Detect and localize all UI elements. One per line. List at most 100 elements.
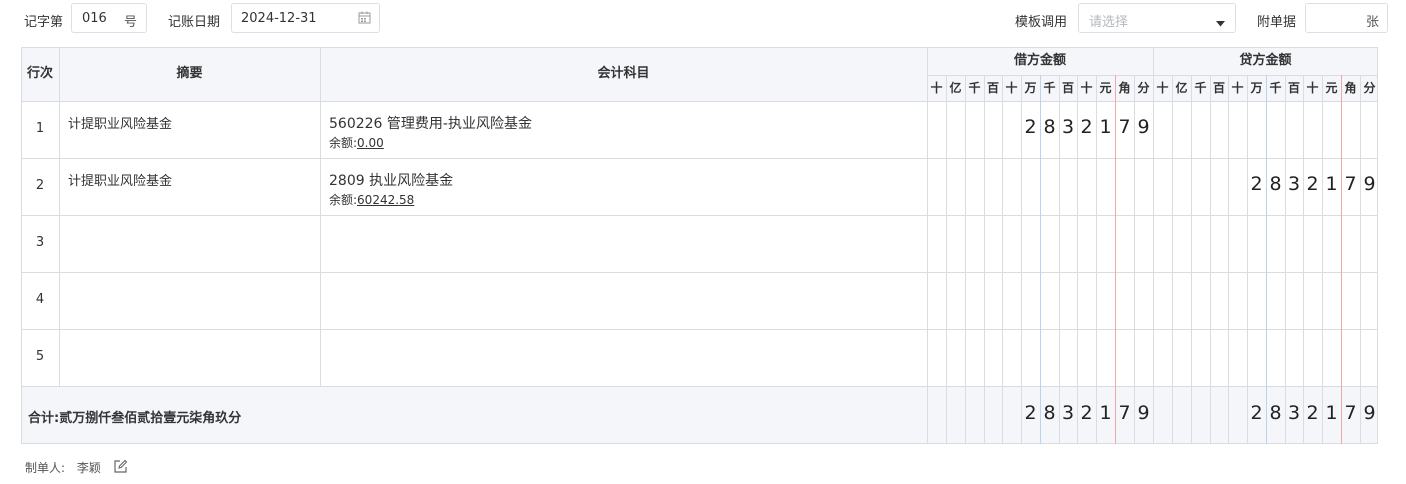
date-value: 2024-12-31 <box>241 11 317 26</box>
digit-col-divider <box>1341 75 1342 444</box>
credit-amount-digit: 8 <box>1269 173 1282 195</box>
debit-amount-digit: 1 <box>1099 116 1112 138</box>
total-debit-digit: 2 <box>1024 402 1037 424</box>
border-right <box>1377 47 1378 444</box>
digit-col-divider <box>1210 75 1211 444</box>
template-placeholder: 请选择 <box>1089 15 1129 30</box>
header-row-no: 行次 <box>26 66 53 81</box>
voucher-table: 行次 摘要 会计科目 借方金额 贷方金额 十亿千百十万千百十元角分十亿千百十万千… <box>21 47 1378 444</box>
debit-digit-header: 千 <box>968 81 981 95</box>
row-divider <box>21 158 1378 159</box>
voucher-word-label: 记字第 <box>24 15 64 30</box>
total-debit-digit: 7 <box>1118 402 1131 424</box>
total-credit-digit: 1 <box>1325 402 1338 424</box>
row-number: 2 <box>35 178 45 193</box>
credit-digit-header: 十 <box>1231 81 1244 95</box>
row-divider <box>21 272 1378 273</box>
total-debit-digit: 3 <box>1061 402 1075 424</box>
border-left <box>21 47 22 444</box>
col-divider <box>927 47 928 444</box>
row-number: 5 <box>35 349 45 364</box>
debit-amount-digit: 8 <box>1043 116 1056 138</box>
balance-value[interactable]: 60242.58 <box>357 193 414 207</box>
total-debit-digit: 1 <box>1099 402 1112 424</box>
row-account[interactable]: 2809 执业风险基金 <box>329 170 453 190</box>
debit-digit-header: 角 <box>1118 81 1131 95</box>
debit-digit-header: 百 <box>986 81 999 95</box>
total-credit-digit: 3 <box>1287 402 1301 424</box>
balance-value[interactable]: 0.00 <box>357 136 384 150</box>
debit-digit-header: 十 <box>1080 81 1093 95</box>
digit-col-divider <box>1247 75 1248 444</box>
credit-digit-header: 百 <box>1212 81 1225 95</box>
debit-digit-header: 十 <box>930 81 943 95</box>
debit-digit-header: 亿 <box>949 81 962 95</box>
voucher-number-input[interactable]: 016 号 <box>71 3 147 33</box>
attachments-suffix: 张 <box>1365 15 1379 30</box>
credit-amount-digit: 3 <box>1287 173 1301 195</box>
row-divider <box>21 386 1378 387</box>
edit-icon[interactable] <box>113 459 128 477</box>
digit-col-divider <box>1360 75 1361 444</box>
row-divider <box>21 101 1378 102</box>
debit-amount-digit: 7 <box>1118 116 1131 138</box>
debit-digit-header: 千 <box>1043 81 1056 95</box>
row-number: 4 <box>35 292 45 307</box>
total-credit-digit: 8 <box>1269 402 1282 424</box>
balance-label: 余额: <box>329 136 358 150</box>
col-divider <box>320 47 321 386</box>
row-balance: 余额:0.00 <box>329 134 384 151</box>
total-credit-digit: 7 <box>1344 402 1357 424</box>
header-account: 会计科目 <box>597 66 650 81</box>
col-divider <box>1153 47 1154 444</box>
digit-col-divider <box>1191 75 1192 444</box>
debit-digit-header: 分 <box>1137 81 1150 95</box>
row-summary[interactable]: 计提职业风险基金 <box>68 170 172 189</box>
maker-info: 制单人: 李颖 <box>25 457 128 476</box>
debit-digit-header: 元 <box>1099 81 1112 95</box>
debit-amount-digit: 9 <box>1137 116 1150 138</box>
credit-amount-digit: 2 <box>1306 173 1319 195</box>
attachments-input[interactable]: 张 <box>1305 3 1388 33</box>
credit-digit-header: 元 <box>1325 81 1338 95</box>
total-debit-digit: 9 <box>1137 402 1150 424</box>
debit-digit-header: 万 <box>1024 81 1037 95</box>
debit-amount-digit: 2 <box>1024 116 1037 138</box>
total-amount-words: 合计:贰万捌仟叁佰贰拾壹元柒角玖分 <box>28 411 242 426</box>
debit-amount-digit: 3 <box>1061 116 1075 138</box>
row-account[interactable]: 560226 管理费用-执业风险基金 <box>329 113 532 133</box>
debit-amount-digit: 2 <box>1080 116 1093 138</box>
row-summary[interactable]: 计提职业风险基金 <box>68 113 172 132</box>
digit-col-divider <box>984 75 985 444</box>
credit-digit-header: 千 <box>1194 81 1207 95</box>
border-top <box>21 47 1378 48</box>
digit-col-divider <box>965 75 966 444</box>
row-balance: 余额:60242.58 <box>329 191 414 208</box>
digit-col-divider <box>1002 75 1003 444</box>
date-input[interactable]: 2024-12-31 <box>231 3 380 33</box>
voucher-toolbar: 记字第 016 号 记账日期 2024-12-31 模板调用 请选择 附单据 张 <box>0 0 1406 40</box>
header-summary: 摘要 <box>176 66 203 81</box>
credit-digit-header: 十 <box>1156 81 1169 95</box>
header-credit: 贷方金额 <box>1239 53 1292 68</box>
date-label: 记账日期 <box>168 15 221 30</box>
total-debit-digit: 8 <box>1043 402 1056 424</box>
template-select[interactable]: 请选择 <box>1078 3 1236 33</box>
caret-down-icon <box>1216 16 1225 31</box>
digit-col-divider <box>1322 75 1323 444</box>
digit-col-divider <box>1266 75 1267 444</box>
col-divider <box>59 47 60 386</box>
calendar-icon[interactable] <box>358 11 371 28</box>
attachments-label: 附单据 <box>1257 15 1297 30</box>
credit-digit-header: 万 <box>1250 81 1263 95</box>
debit-digit-header: 十 <box>1005 81 1018 95</box>
row-divider <box>21 215 1378 216</box>
debit-digit-header: 百 <box>1061 81 1074 95</box>
voucher-number-value: 016 <box>82 11 107 26</box>
credit-digit-header: 十 <box>1306 81 1319 95</box>
voucher-number-suffix: 号 <box>124 15 138 30</box>
total-credit-digit: 2 <box>1306 402 1319 424</box>
row-number: 3 <box>35 235 45 250</box>
header-debit: 借方金额 <box>1013 53 1066 68</box>
digit-col-divider <box>946 75 947 444</box>
